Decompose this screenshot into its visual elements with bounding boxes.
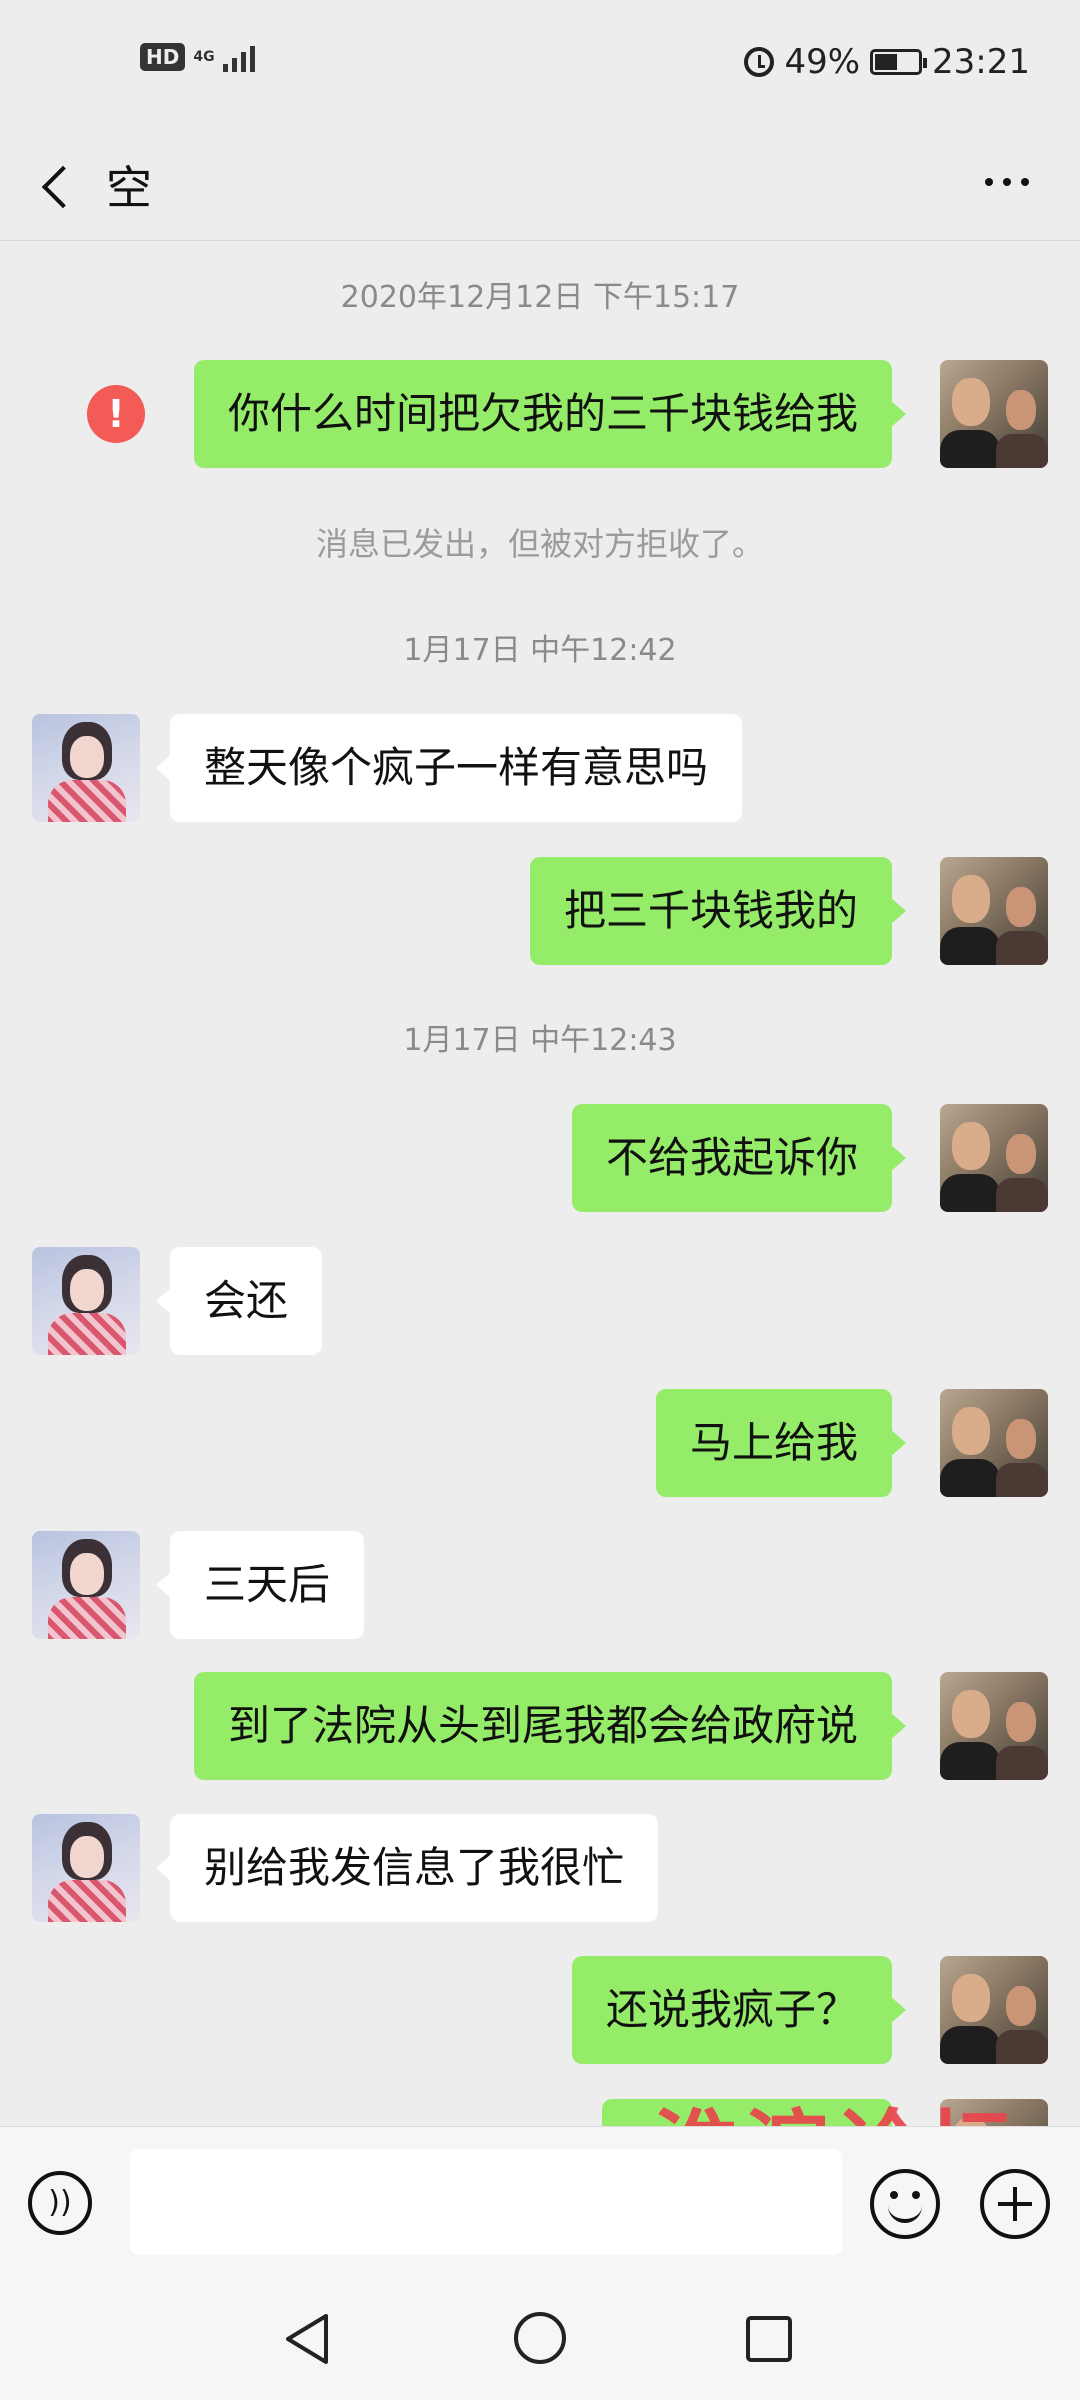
- my-avatar[interactable]: [940, 1104, 1048, 1212]
- message-row-out: ! 你什么时间把欠我的三千块钱给我: [0, 360, 1080, 468]
- my-avatar[interactable]: [940, 1956, 1048, 2064]
- timestamp: 1月17日 中午12:42: [403, 633, 677, 668]
- status-left: HD 4G: [140, 42, 255, 72]
- message-row-out: 到了法院从头到尾我都会给政府说: [0, 1672, 1080, 1780]
- message-row-out: 马上给我: [0, 1389, 1080, 1497]
- message-row-in: 整天像个疯子一样有意思吗: [0, 714, 1080, 822]
- message-bubble-out[interactable]: 不给我起诉你: [571, 1104, 907, 1212]
- message-row-in: 会还: [0, 1247, 1080, 1355]
- message-bubble-out[interactable]: 把三千块钱我的: [529, 857, 907, 965]
- nav-home-icon[interactable]: [512, 2310, 568, 2366]
- clock: 23:21: [932, 42, 1030, 82]
- message-bubble-in[interactable]: 别给我发信息了我很忙: [155, 1814, 659, 1922]
- message-bubble-out[interactable]: 你什么时间把欠我的三千块钱给我: [193, 360, 907, 468]
- message-bubble-out[interactable]: 到了法院从头到尾我都会给政府说: [193, 1672, 907, 1780]
- message-row-out: 把三千块钱我的: [0, 857, 1080, 965]
- chat-title: 空: [106, 161, 152, 215]
- message-row-out: 不给我起诉你: [0, 1104, 1080, 1212]
- message-bubble-out[interactable]: 还说我疯子？: [571, 1956, 907, 2064]
- status-right: 49% 23:21: [744, 42, 1030, 82]
- message-bubble-in[interactable]: 整天像个疯子一样有意思吗: [155, 714, 743, 822]
- timestamp: 2020年12月12日 下午15:17: [340, 280, 740, 315]
- hd-badge: HD: [140, 43, 186, 71]
- timestamp: 1月17日 中午12:43: [403, 1023, 677, 1058]
- nav-recent-icon[interactable]: [744, 2314, 794, 2364]
- input-bar: )): [0, 2126, 1080, 2287]
- my-avatar[interactable]: [940, 1389, 1048, 1497]
- message-input[interactable]: [130, 2149, 842, 2255]
- voice-icon[interactable]: )): [28, 2171, 92, 2235]
- status-bar: HD 4G 49% 23:21: [0, 0, 1080, 130]
- nav-back-icon[interactable]: [282, 2312, 332, 2366]
- message-bubble-in[interactable]: 会还: [155, 1247, 323, 1355]
- battery-percent: 49%: [784, 42, 861, 82]
- my-avatar[interactable]: [940, 1672, 1048, 1780]
- system-notice: 消息已发出，但被对方拒收了。: [315, 525, 764, 563]
- message-row-in: 三天后: [0, 1531, 1080, 1639]
- alarm-icon: [744, 47, 775, 77]
- navigation-bar: [0, 2286, 1080, 2400]
- plus-icon[interactable]: [980, 2169, 1050, 2239]
- message-bubble-in[interactable]: 三天后: [155, 1531, 365, 1639]
- chat-header: 空: [0, 130, 1080, 241]
- contact-avatar[interactable]: [32, 1814, 140, 1922]
- back-arrow-icon[interactable]: [30, 150, 90, 220]
- message-row-in: 别给我发信息了我很忙: [0, 1814, 1080, 1922]
- more-icon[interactable]: [972, 162, 1042, 202]
- my-avatar[interactable]: [940, 857, 1048, 965]
- signal-icon: [222, 42, 255, 72]
- my-avatar[interactable]: [940, 360, 1048, 468]
- send-failed-icon[interactable]: !: [87, 385, 145, 443]
- network-type: 4G: [193, 49, 215, 65]
- message-list[interactable]: 2020年12月12日 下午15:17 ! 你什么时间把欠我的三千块钱给我 消息…: [0, 241, 1080, 2126]
- contact-avatar[interactable]: [32, 1247, 140, 1355]
- contact-avatar[interactable]: [32, 714, 140, 822]
- battery-icon: [870, 49, 928, 75]
- message-bubble-out[interactable]: 马上给我: [655, 1389, 907, 1497]
- message-row-out: 还说我疯子？: [0, 1956, 1080, 2064]
- emoji-icon[interactable]: [870, 2169, 940, 2239]
- contact-avatar[interactable]: [32, 1531, 140, 1639]
